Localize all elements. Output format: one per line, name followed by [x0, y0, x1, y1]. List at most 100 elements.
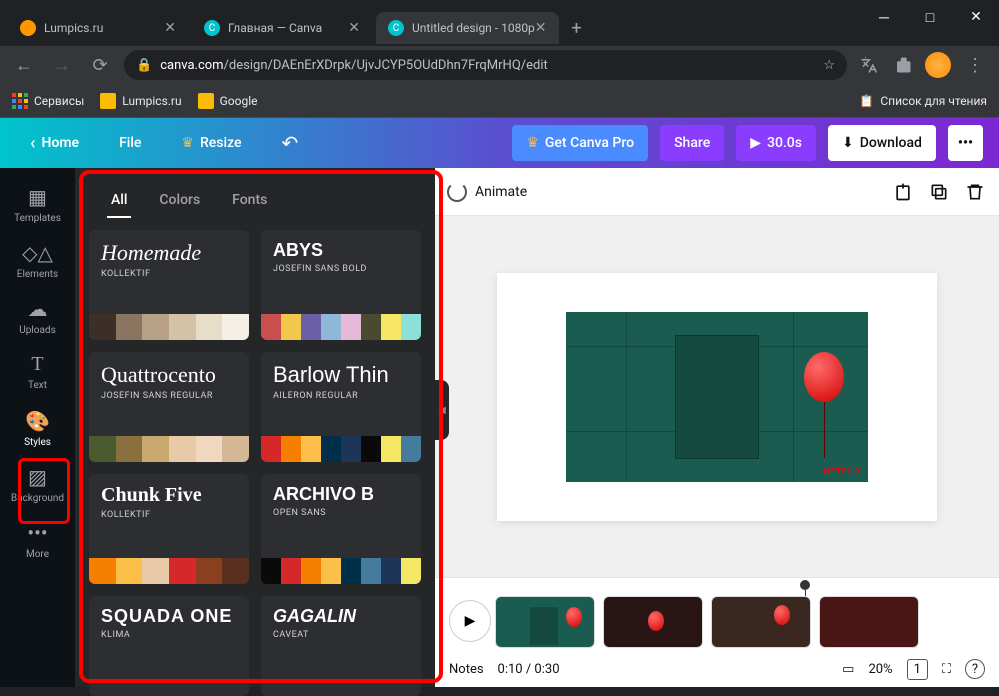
crown-icon: ♛	[526, 135, 539, 151]
timeline-thumb[interactable]	[819, 596, 919, 648]
new-tab-button[interactable]: +	[563, 14, 591, 42]
bookmark-google[interactable]: Google	[198, 93, 258, 109]
rail-templates[interactable]: ▦Templates	[0, 176, 75, 232]
rail-styles[interactable]: 🎨Styles	[0, 400, 75, 456]
close-tab-icon[interactable]: ✕	[535, 20, 547, 36]
get-pro-button[interactable]: ♛Get Canva Pro	[512, 125, 648, 161]
browser-tab-lumpics[interactable]: Lumpics.ru ✕	[8, 12, 188, 44]
add-page-icon[interactable]	[891, 180, 915, 204]
timeline: ▶ Notes 0:10 / 0:30 ▭ 20% 1 ⛶ ?	[435, 577, 999, 687]
duplicate-icon[interactable]	[927, 180, 951, 204]
browser-tab-canva-home[interactable]: C Главная — Canva ✕	[192, 12, 372, 44]
time-display: 0:10 / 0:30	[498, 662, 560, 677]
bookmark-label: Сервисы	[34, 94, 84, 108]
palette-icon: 🎨	[25, 409, 50, 433]
styles-panel: All Colors Fonts HomemadeKollektifABYSJo…	[75, 168, 435, 687]
rail-more[interactable]: •••More	[0, 512, 75, 568]
style-card[interactable]: ABYSJosefin Sans Bold	[261, 230, 421, 340]
style-card[interactable]: Barlow ThinAILERON REGULAR	[261, 352, 421, 462]
folder-icon	[198, 93, 214, 109]
notes-button[interactable]: Notes	[449, 662, 484, 677]
color-palette	[261, 314, 421, 340]
minimize-button[interactable]: ─	[861, 0, 907, 34]
style-subtitle: Caveat	[273, 630, 409, 640]
canvas-body[interactable]: NETFLIX	[435, 216, 999, 577]
more-button[interactable]: •••	[948, 125, 983, 161]
style-title: ARCHIVO B	[273, 484, 409, 505]
url-host: canva.com	[160, 58, 223, 73]
undo-button[interactable]: ↶	[268, 125, 313, 161]
delete-icon[interactable]	[963, 180, 987, 204]
share-button[interactable]: Share	[660, 125, 724, 161]
maximize-button[interactable]: □	[907, 0, 953, 34]
file-button[interactable]: File	[105, 125, 155, 161]
uploads-icon: ☁	[28, 297, 48, 321]
page-indicator[interactable]: 1	[907, 659, 928, 680]
bookmark-label: Lumpics.ru	[122, 94, 181, 108]
address-bar[interactable]: 🔒 canva.com/design/DAEnErXDrpk/UjvJCYP5O…	[124, 50, 847, 80]
timeline-thumb[interactable]	[495, 596, 595, 648]
home-button[interactable]: ‹Home	[16, 125, 93, 161]
bookmark-label: Google	[220, 94, 258, 108]
translate-icon[interactable]	[857, 53, 881, 77]
timeline-thumb[interactable]	[603, 596, 703, 648]
rail-background[interactable]: ▨Background	[0, 456, 75, 512]
animate-button[interactable]: Animate	[447, 182, 527, 202]
back-button[interactable]: ←	[10, 51, 38, 79]
reload-button[interactable]: ⟳	[86, 51, 114, 79]
close-tab-icon[interactable]: ✕	[348, 20, 360, 36]
rail-label: More	[26, 549, 49, 560]
rail-elements[interactable]: ◇△Elements	[0, 232, 75, 288]
rail-uploads[interactable]: ☁Uploads	[0, 288, 75, 344]
close-tab-icon[interactable]: ✕	[164, 20, 176, 36]
tab-colors[interactable]: Colors	[155, 184, 204, 218]
play-preview-button[interactable]: ▶30.0s	[736, 125, 816, 161]
rail-label: Background	[11, 493, 64, 504]
style-card[interactable]: GAGALINCaveat	[261, 596, 421, 696]
style-card[interactable]: HomemadeKollektif	[89, 230, 249, 340]
file-label: File	[119, 135, 141, 151]
help-icon[interactable]: ?	[965, 659, 985, 679]
style-subtitle: OPEN SANS	[273, 508, 409, 518]
extensions-icon[interactable]	[891, 53, 915, 77]
door-graphic	[675, 335, 759, 459]
resize-button[interactable]: ♛Resize	[167, 125, 255, 161]
address-row: ← → ⟳ 🔒 canva.com/design/DAEnErXDrpk/Ujv…	[0, 46, 999, 84]
design-frame[interactable]: NETFLIX	[497, 273, 937, 521]
collapse-panel-button[interactable]: ◀	[435, 380, 449, 440]
close-window-button[interactable]: ✕	[953, 0, 999, 34]
profile-avatar[interactable]	[925, 52, 951, 78]
forward-button[interactable]: →	[48, 51, 76, 79]
star-icon[interactable]: ☆	[823, 58, 835, 73]
rail-text[interactable]: TText	[0, 344, 75, 400]
apps-icon	[12, 93, 28, 109]
style-card[interactable]: Chunk FiveKollektif	[89, 474, 249, 584]
browser-tab-design[interactable]: C Untitled design - 1080p ✕	[376, 12, 559, 44]
tab-all[interactable]: All	[107, 184, 131, 218]
timeline-track[interactable]	[495, 596, 979, 648]
style-title: ABYS	[273, 240, 409, 261]
play-button[interactable]: ▶	[449, 600, 491, 642]
canvas-toolbar: Animate	[435, 168, 999, 216]
style-card[interactable]: SQUADA ONEKlima	[89, 596, 249, 696]
bookmark-apps[interactable]: Сервисы	[12, 93, 84, 109]
netflix-logo: NETFLIX	[824, 467, 862, 476]
style-card[interactable]: QuattrocentoJOSEFIN SANS REGULAR	[89, 352, 249, 462]
fullscreen-icon[interactable]: ⛶	[942, 662, 951, 677]
resize-label: Resize	[200, 135, 242, 151]
download-button[interactable]: ⬇Download	[828, 125, 936, 161]
bookmark-lumpics[interactable]: Lumpics.ru	[100, 93, 181, 109]
elements-icon: ◇△	[22, 241, 53, 265]
style-card[interactable]: ARCHIVO B OPEN SANS	[261, 474, 421, 584]
timeline-thumb[interactable]	[711, 596, 811, 648]
style-title: Quattrocento	[101, 362, 237, 388]
color-palette	[89, 436, 249, 462]
reading-list-button[interactable]: 📋Список для чтения	[859, 94, 987, 108]
zoom-level[interactable]: 20%	[868, 662, 892, 677]
playhead-icon[interactable]	[800, 580, 810, 590]
share-label: Share	[674, 135, 710, 151]
tab-title: Untitled design - 1080p	[412, 21, 535, 35]
grid-view-icon[interactable]: ▭	[842, 662, 854, 677]
tab-fonts[interactable]: Fonts	[228, 184, 271, 218]
menu-icon[interactable]: ⋮	[961, 51, 989, 79]
